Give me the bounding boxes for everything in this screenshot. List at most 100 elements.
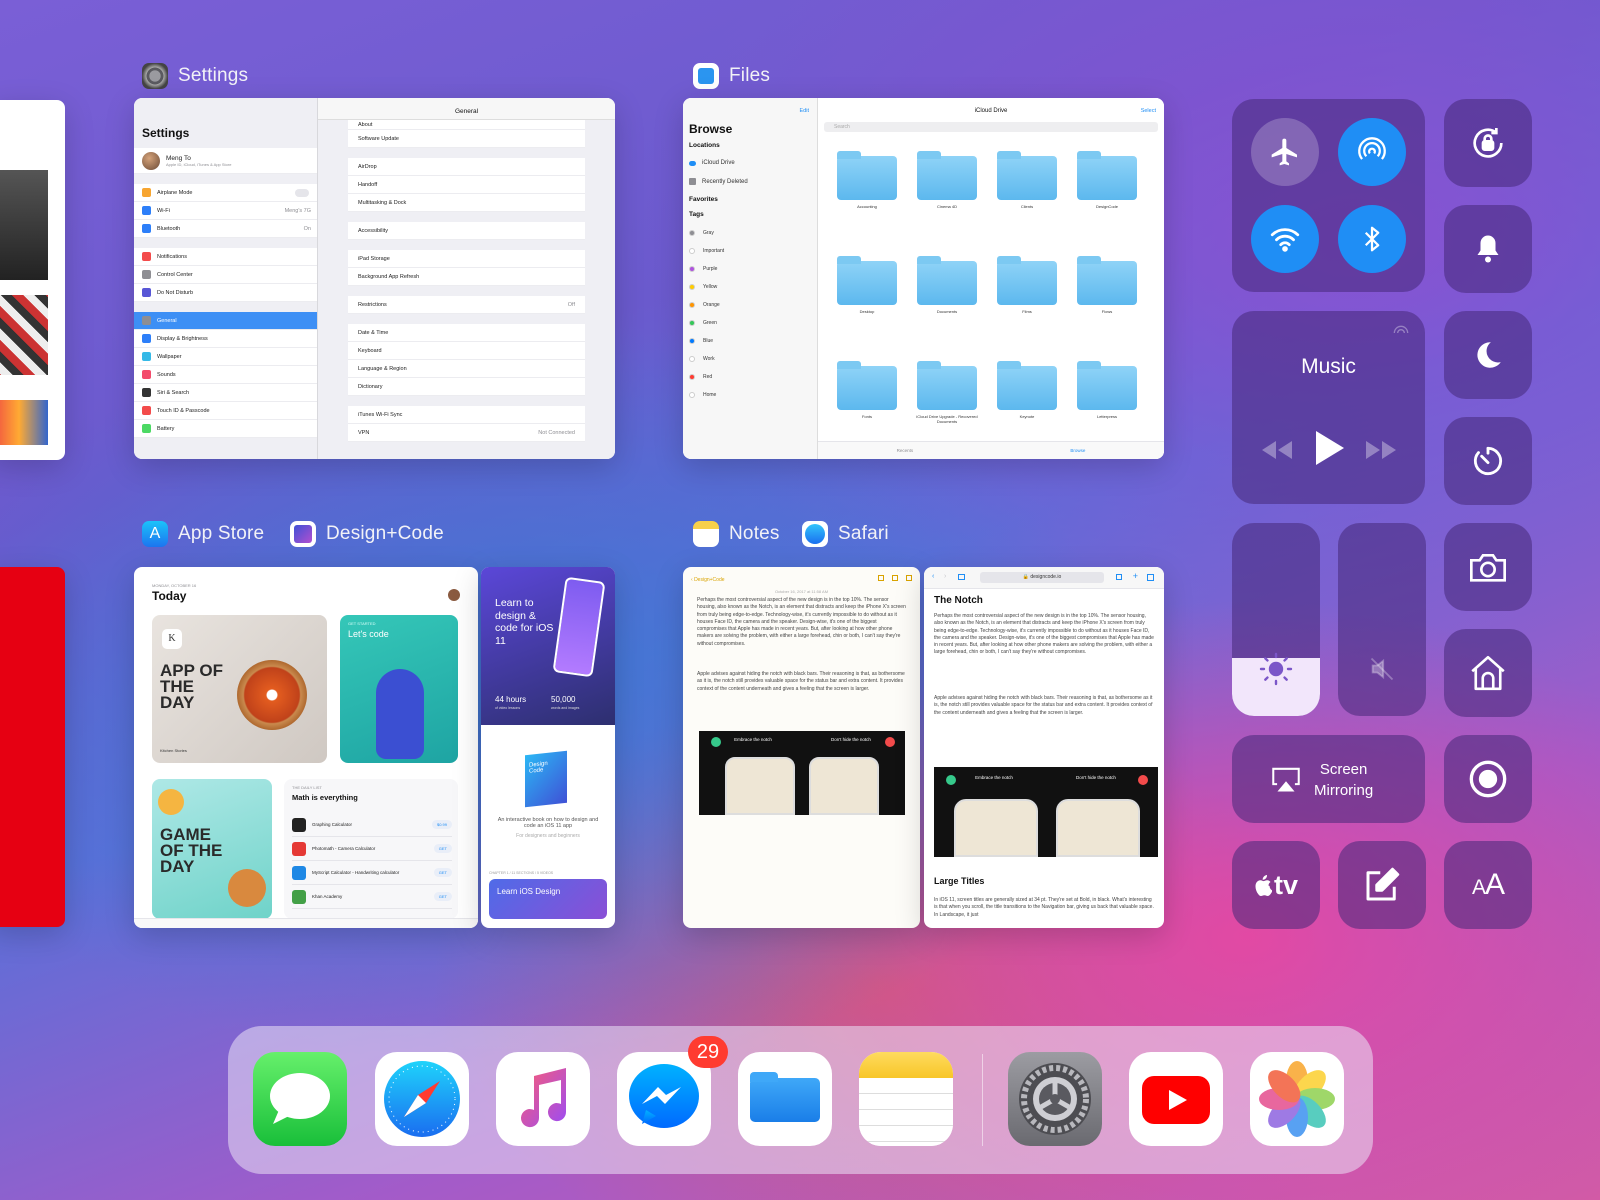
- list-item[interactable]: Khan Academy GET: [292, 885, 452, 909]
- brightness-slider[interactable]: [1232, 523, 1320, 716]
- forward-button[interactable]: [1364, 439, 1398, 466]
- text-size-button[interactable]: AA: [1444, 841, 1532, 929]
- notes-body[interactable]: Perhaps the most controversial aspect of…: [697, 597, 907, 648]
- row-itunes-sync[interactable]: iTunes Wi-Fi Sync: [348, 406, 585, 424]
- row-ipad-storage[interactable]: iPad Storage: [348, 250, 585, 268]
- row-vpn[interactable]: VPN Not Connected: [348, 424, 585, 442]
- safari-address-bar[interactable]: 🔒 designcode.io: [980, 572, 1104, 583]
- tag-item[interactable]: Important: [689, 242, 809, 260]
- partial-app-card-bottom[interactable]: [0, 567, 65, 927]
- tag-item[interactable]: Yellow: [689, 278, 809, 296]
- row-software-update[interactable]: Software Update: [348, 130, 585, 148]
- notes-back-button[interactable]: ‹ Design+Code: [691, 577, 725, 583]
- designcode-chapter-card[interactable]: Learn iOS Design: [489, 879, 607, 919]
- notes-body-2[interactable]: Apple advises against hiding the notch w…: [697, 671, 907, 693]
- screen-mirroring-button[interactable]: Screen Mirroring: [1232, 735, 1425, 823]
- row-background-refresh[interactable]: Background App Refresh: [348, 268, 585, 286]
- row-date-time[interactable]: Date & Time: [348, 324, 585, 342]
- notes-shortcut-button[interactable]: [1338, 841, 1426, 929]
- sidebar-item-control-center[interactable]: Control Center: [134, 266, 317, 284]
- folder-item[interactable]: Flows: [1072, 256, 1142, 314]
- dock-safari-icon[interactable]: [375, 1052, 469, 1146]
- files-select-button[interactable]: Select: [1141, 108, 1156, 114]
- list-item[interactable]: Graphing Calculator $0.99: [292, 813, 452, 837]
- tag-item[interactable]: Blue: [689, 332, 809, 350]
- tag-item[interactable]: Orange: [689, 296, 809, 314]
- tag-item[interactable]: Home: [689, 386, 809, 404]
- tag-item[interactable]: Work: [689, 350, 809, 368]
- airdrop-toggle[interactable]: [1338, 118, 1406, 186]
- appstore-card[interactable]: MONDAY, OCTOBER 16 Today K APP OF THE DA…: [134, 567, 478, 928]
- sidebar-item-general[interactable]: General: [134, 312, 317, 330]
- do-not-disturb-button[interactable]: [1444, 311, 1532, 399]
- dock-settings-icon[interactable]: [1008, 1052, 1102, 1146]
- tag-item[interactable]: Green: [689, 314, 809, 332]
- tab-browse[interactable]: Browse: [1070, 448, 1085, 453]
- safari-card[interactable]: ‹ › 🔒 designcode.io + The Notch Perhaps …: [924, 567, 1164, 928]
- rewind-button[interactable]: [1260, 439, 1294, 466]
- folder-item[interactable]: Clients: [992, 151, 1062, 209]
- folder-item[interactable]: Films: [992, 256, 1062, 314]
- sidebar-item-bluetooth[interactable]: Bluetooth On: [134, 220, 317, 238]
- mute-button[interactable]: [1444, 205, 1532, 293]
- airplane-toggle[interactable]: [295, 188, 309, 197]
- sidebar-icon[interactable]: [958, 574, 965, 580]
- sidebar-item-sounds[interactable]: Sounds: [134, 366, 317, 384]
- settings-card[interactable]: Settings Meng To Apple ID, iCloud, iTune…: [134, 98, 615, 459]
- row-multitasking[interactable]: Multitasking & Dock: [348, 194, 585, 212]
- files-edit-button[interactable]: Edit: [800, 108, 809, 114]
- folder-item[interactable]: Keynote: [992, 361, 1062, 424]
- app-of-the-day-card[interactable]: K APP OF THE DAY Kitchen Stories: [152, 615, 327, 763]
- partial-app-card-top[interactable]: [0, 100, 65, 460]
- row-restrictions[interactable]: Restrictions Off: [348, 296, 585, 314]
- back-icon[interactable]: ‹: [932, 573, 934, 580]
- files-search-input[interactable]: Search: [824, 122, 1158, 132]
- dock-notes-icon[interactable]: [859, 1052, 953, 1146]
- forward-icon[interactable]: ›: [944, 573, 946, 580]
- tabs-icon[interactable]: [1147, 574, 1154, 581]
- row-about[interactable]: About: [348, 120, 585, 130]
- tab-recents[interactable]: Recents: [897, 448, 914, 453]
- sidebar-item-wallpaper[interactable]: Wallpaper: [134, 348, 317, 366]
- wifi-toggle[interactable]: [1251, 205, 1319, 273]
- row-keyboard[interactable]: Keyboard: [348, 342, 585, 360]
- folder-item[interactable]: Cinema 4D: [912, 151, 982, 209]
- daily-list-card[interactable]: THE DAILY LIST Math is everything Graphi…: [284, 779, 458, 919]
- apple-tv-remote-button[interactable]: tv: [1232, 841, 1320, 929]
- timer-button[interactable]: [1444, 417, 1532, 505]
- folder-item[interactable]: Documents: [912, 256, 982, 314]
- lets-code-card[interactable]: GET STARTED Let's code: [340, 615, 458, 763]
- dock-messages-icon[interactable]: [253, 1052, 347, 1146]
- tag-item[interactable]: Purple: [689, 260, 809, 278]
- game-of-the-day-card[interactable]: GAME OF THE DAY: [152, 779, 272, 919]
- bluetooth-toggle[interactable]: [1338, 205, 1406, 273]
- folder-item[interactable]: Accounting: [832, 151, 902, 209]
- dock-youtube-icon[interactable]: [1129, 1052, 1223, 1146]
- list-item[interactable]: MyScript Calculator - Handwriting calcul…: [292, 861, 452, 885]
- folder-item[interactable]: DesignCode: [1072, 151, 1142, 209]
- share-icon[interactable]: [1116, 574, 1122, 580]
- sidebar-item-display[interactable]: Display & Brightness: [134, 330, 317, 348]
- get-button[interactable]: GET: [433, 892, 452, 901]
- share-icon[interactable]: [878, 575, 884, 581]
- settings-user-row[interactable]: Meng To Apple ID, iCloud, iTunes & App S…: [134, 148, 317, 174]
- new-tab-icon[interactable]: +: [1133, 571, 1138, 581]
- volume-slider[interactable]: [1338, 523, 1426, 716]
- sidebar-item-touchid[interactable]: Touch ID & Passcode: [134, 402, 317, 420]
- tag-item[interactable]: Red: [689, 368, 809, 386]
- get-button[interactable]: GET: [433, 844, 452, 853]
- screen-recording-button[interactable]: [1444, 735, 1532, 823]
- row-airdrop[interactable]: AirDrop: [348, 158, 585, 176]
- folder-item[interactable]: iCloud Drive Upgrade - Recovered Documen…: [912, 361, 982, 424]
- play-button[interactable]: [1314, 429, 1346, 472]
- music-module[interactable]: Music: [1232, 311, 1425, 504]
- row-accessibility[interactable]: Accessibility: [348, 222, 585, 240]
- folder-item[interactable]: Fonts: [832, 361, 902, 424]
- sidebar-item-battery[interactable]: Battery: [134, 420, 317, 438]
- dock-files-icon[interactable]: [738, 1052, 832, 1146]
- dock-music-icon[interactable]: [496, 1052, 590, 1146]
- location-recently-deleted[interactable]: Recently Deleted: [689, 178, 748, 185]
- airplane-mode-toggle[interactable]: [1251, 118, 1319, 186]
- folder-item[interactable]: Letterpress: [1072, 361, 1142, 424]
- compose-icon[interactable]: [906, 575, 912, 581]
